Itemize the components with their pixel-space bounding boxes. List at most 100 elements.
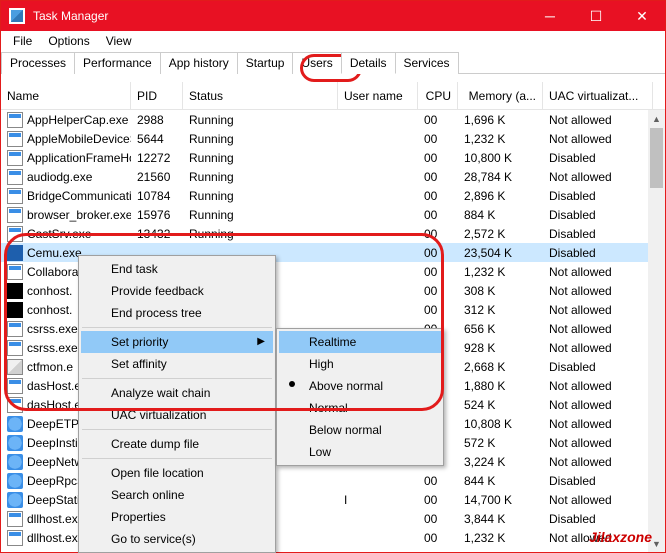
process-name: dllhost.ex xyxy=(27,512,78,526)
menu-create-dump[interactable]: Create dump file xyxy=(81,433,273,455)
process-icon xyxy=(7,492,23,508)
col-name[interactable]: Name xyxy=(1,82,131,109)
menu-end-tree[interactable]: End process tree xyxy=(81,302,273,324)
process-icon xyxy=(7,454,23,470)
vertical-scrollbar[interactable]: ▲ ▼ xyxy=(648,110,665,552)
process-icon xyxy=(7,245,23,261)
process-mem: 1,232 K xyxy=(458,531,543,545)
tab-startup[interactable]: Startup xyxy=(237,52,294,74)
context-menu: End task Provide feedback End process tr… xyxy=(78,255,276,553)
menu-end-task[interactable]: End task xyxy=(81,258,273,280)
process-row[interactable]: BridgeCommunicati...10784Running002,896 … xyxy=(1,186,665,205)
process-name: csrss.exe xyxy=(27,341,78,355)
process-row[interactable]: browser_broker.exe15976Running00884 KDis… xyxy=(1,205,665,224)
process-cpu: 00 xyxy=(418,151,458,165)
process-icon xyxy=(7,207,23,223)
process-name: AppHelperCap.exe xyxy=(27,113,128,127)
process-cpu: 00 xyxy=(418,246,458,260)
close-button[interactable]: ✕ xyxy=(619,1,665,31)
tab-services[interactable]: Services xyxy=(395,52,459,74)
priority-above-normal[interactable]: Above normal xyxy=(279,375,441,397)
process-row[interactable]: audiodg.exe21560Running0028,784 KNot all… xyxy=(1,167,665,186)
process-row[interactable]: AppleMobileDeviceS...5644Running001,232 … xyxy=(1,129,665,148)
col-user[interactable]: User name xyxy=(338,82,418,109)
menu-uac-virt[interactable]: UAC virtualization xyxy=(81,404,273,426)
priority-high[interactable]: High xyxy=(279,353,441,375)
col-pid[interactable]: PID xyxy=(131,82,183,109)
process-pid: 13432 xyxy=(131,227,183,241)
process-uac: Not allowed xyxy=(543,113,653,127)
process-name: conhost. xyxy=(27,284,72,298)
maximize-button[interactable]: ☐ xyxy=(573,1,619,31)
process-icon xyxy=(7,530,23,546)
menu-provide-feedback[interactable]: Provide feedback xyxy=(81,280,273,302)
process-row[interactable]: ApplicationFrameHo...12272Running0010,80… xyxy=(1,148,665,167)
priority-realtime[interactable]: Realtime xyxy=(279,331,441,353)
tab-users[interactable]: Users xyxy=(292,52,341,74)
menu-options[interactable]: Options xyxy=(40,34,97,48)
scrollbar-thumb[interactable] xyxy=(650,128,663,188)
chevron-right-icon: ▶ xyxy=(257,336,265,347)
process-uac: Disabled xyxy=(543,208,653,222)
process-name: DeepNetw xyxy=(27,455,83,469)
col-uac[interactable]: UAC virtualizat... xyxy=(543,82,653,109)
process-name: Collabora xyxy=(27,265,78,279)
priority-normal[interactable]: Normal xyxy=(279,397,441,419)
menu-file[interactable]: File xyxy=(5,34,40,48)
process-cpu: 00 xyxy=(418,531,458,545)
process-pid: 2988 xyxy=(131,113,183,127)
menu-set-priority-label: Set priority xyxy=(111,335,168,349)
process-cpu: 00 xyxy=(418,265,458,279)
titlebar[interactable]: Task Manager ─ ☐ ✕ xyxy=(1,1,665,31)
process-icon xyxy=(7,150,23,166)
menu-separator xyxy=(82,458,272,459)
process-uac: Disabled xyxy=(543,189,653,203)
scroll-down-arrow-icon[interactable]: ▼ xyxy=(648,535,665,552)
menu-go-to-services[interactable]: Go to service(s) xyxy=(81,528,273,550)
tab-apphistory[interactable]: App history xyxy=(160,52,238,74)
process-status: Running xyxy=(183,227,338,241)
col-mem[interactable]: Memory (a... xyxy=(458,82,543,109)
process-name: dllhost.ex xyxy=(27,531,78,545)
menu-set-priority[interactable]: Set priority ▶ xyxy=(81,331,273,353)
process-status: Running xyxy=(183,132,338,146)
scroll-up-arrow-icon[interactable]: ▲ xyxy=(648,110,665,127)
process-mem: 308 K xyxy=(458,284,543,298)
menu-open-location[interactable]: Open file location xyxy=(81,462,273,484)
menu-view[interactable]: View xyxy=(98,34,140,48)
menu-separator xyxy=(82,429,272,430)
process-pid: 15976 xyxy=(131,208,183,222)
process-uac: Not allowed xyxy=(543,170,653,184)
process-cpu: 00 xyxy=(418,189,458,203)
priority-below-normal[interactable]: Below normal xyxy=(279,419,441,441)
tab-performance[interactable]: Performance xyxy=(74,52,161,74)
process-mem: 884 K xyxy=(458,208,543,222)
process-uac: Not allowed xyxy=(543,303,653,317)
tab-details[interactable]: Details xyxy=(341,52,396,74)
menu-analyze[interactable]: Analyze wait chain xyxy=(81,382,273,404)
process-row[interactable]: CastSrv.exe13432Running002,572 KDisabled xyxy=(1,224,665,243)
menu-search-online[interactable]: Search online xyxy=(81,484,273,506)
menu-properties[interactable]: Properties xyxy=(81,506,273,528)
process-status: Running xyxy=(183,170,338,184)
process-mem: 2,572 K xyxy=(458,227,543,241)
process-name: DeepInsti xyxy=(27,436,78,450)
process-status: Running xyxy=(183,151,338,165)
menu-set-affinity[interactable]: Set affinity xyxy=(81,353,273,375)
col-cpu[interactable]: CPU xyxy=(418,82,458,109)
menu-separator xyxy=(82,378,272,379)
process-status: Running xyxy=(183,208,338,222)
minimize-button[interactable]: ─ xyxy=(527,1,573,31)
process-icon xyxy=(7,435,23,451)
priority-low[interactable]: Low xyxy=(279,441,441,463)
process-pid: 5644 xyxy=(131,132,183,146)
menu-separator xyxy=(82,327,272,328)
process-icon xyxy=(7,131,23,147)
process-uac: Not allowed xyxy=(543,455,653,469)
process-row[interactable]: AppHelperCap.exe2988Running001,696 KNot … xyxy=(1,110,665,129)
process-icon xyxy=(7,359,23,375)
tab-processes[interactable]: Processes xyxy=(1,52,75,74)
process-status: Running xyxy=(183,189,338,203)
col-status[interactable]: Status xyxy=(183,82,338,109)
column-headers[interactable]: Name PID Status User name CPU Memory (a.… xyxy=(1,82,665,110)
